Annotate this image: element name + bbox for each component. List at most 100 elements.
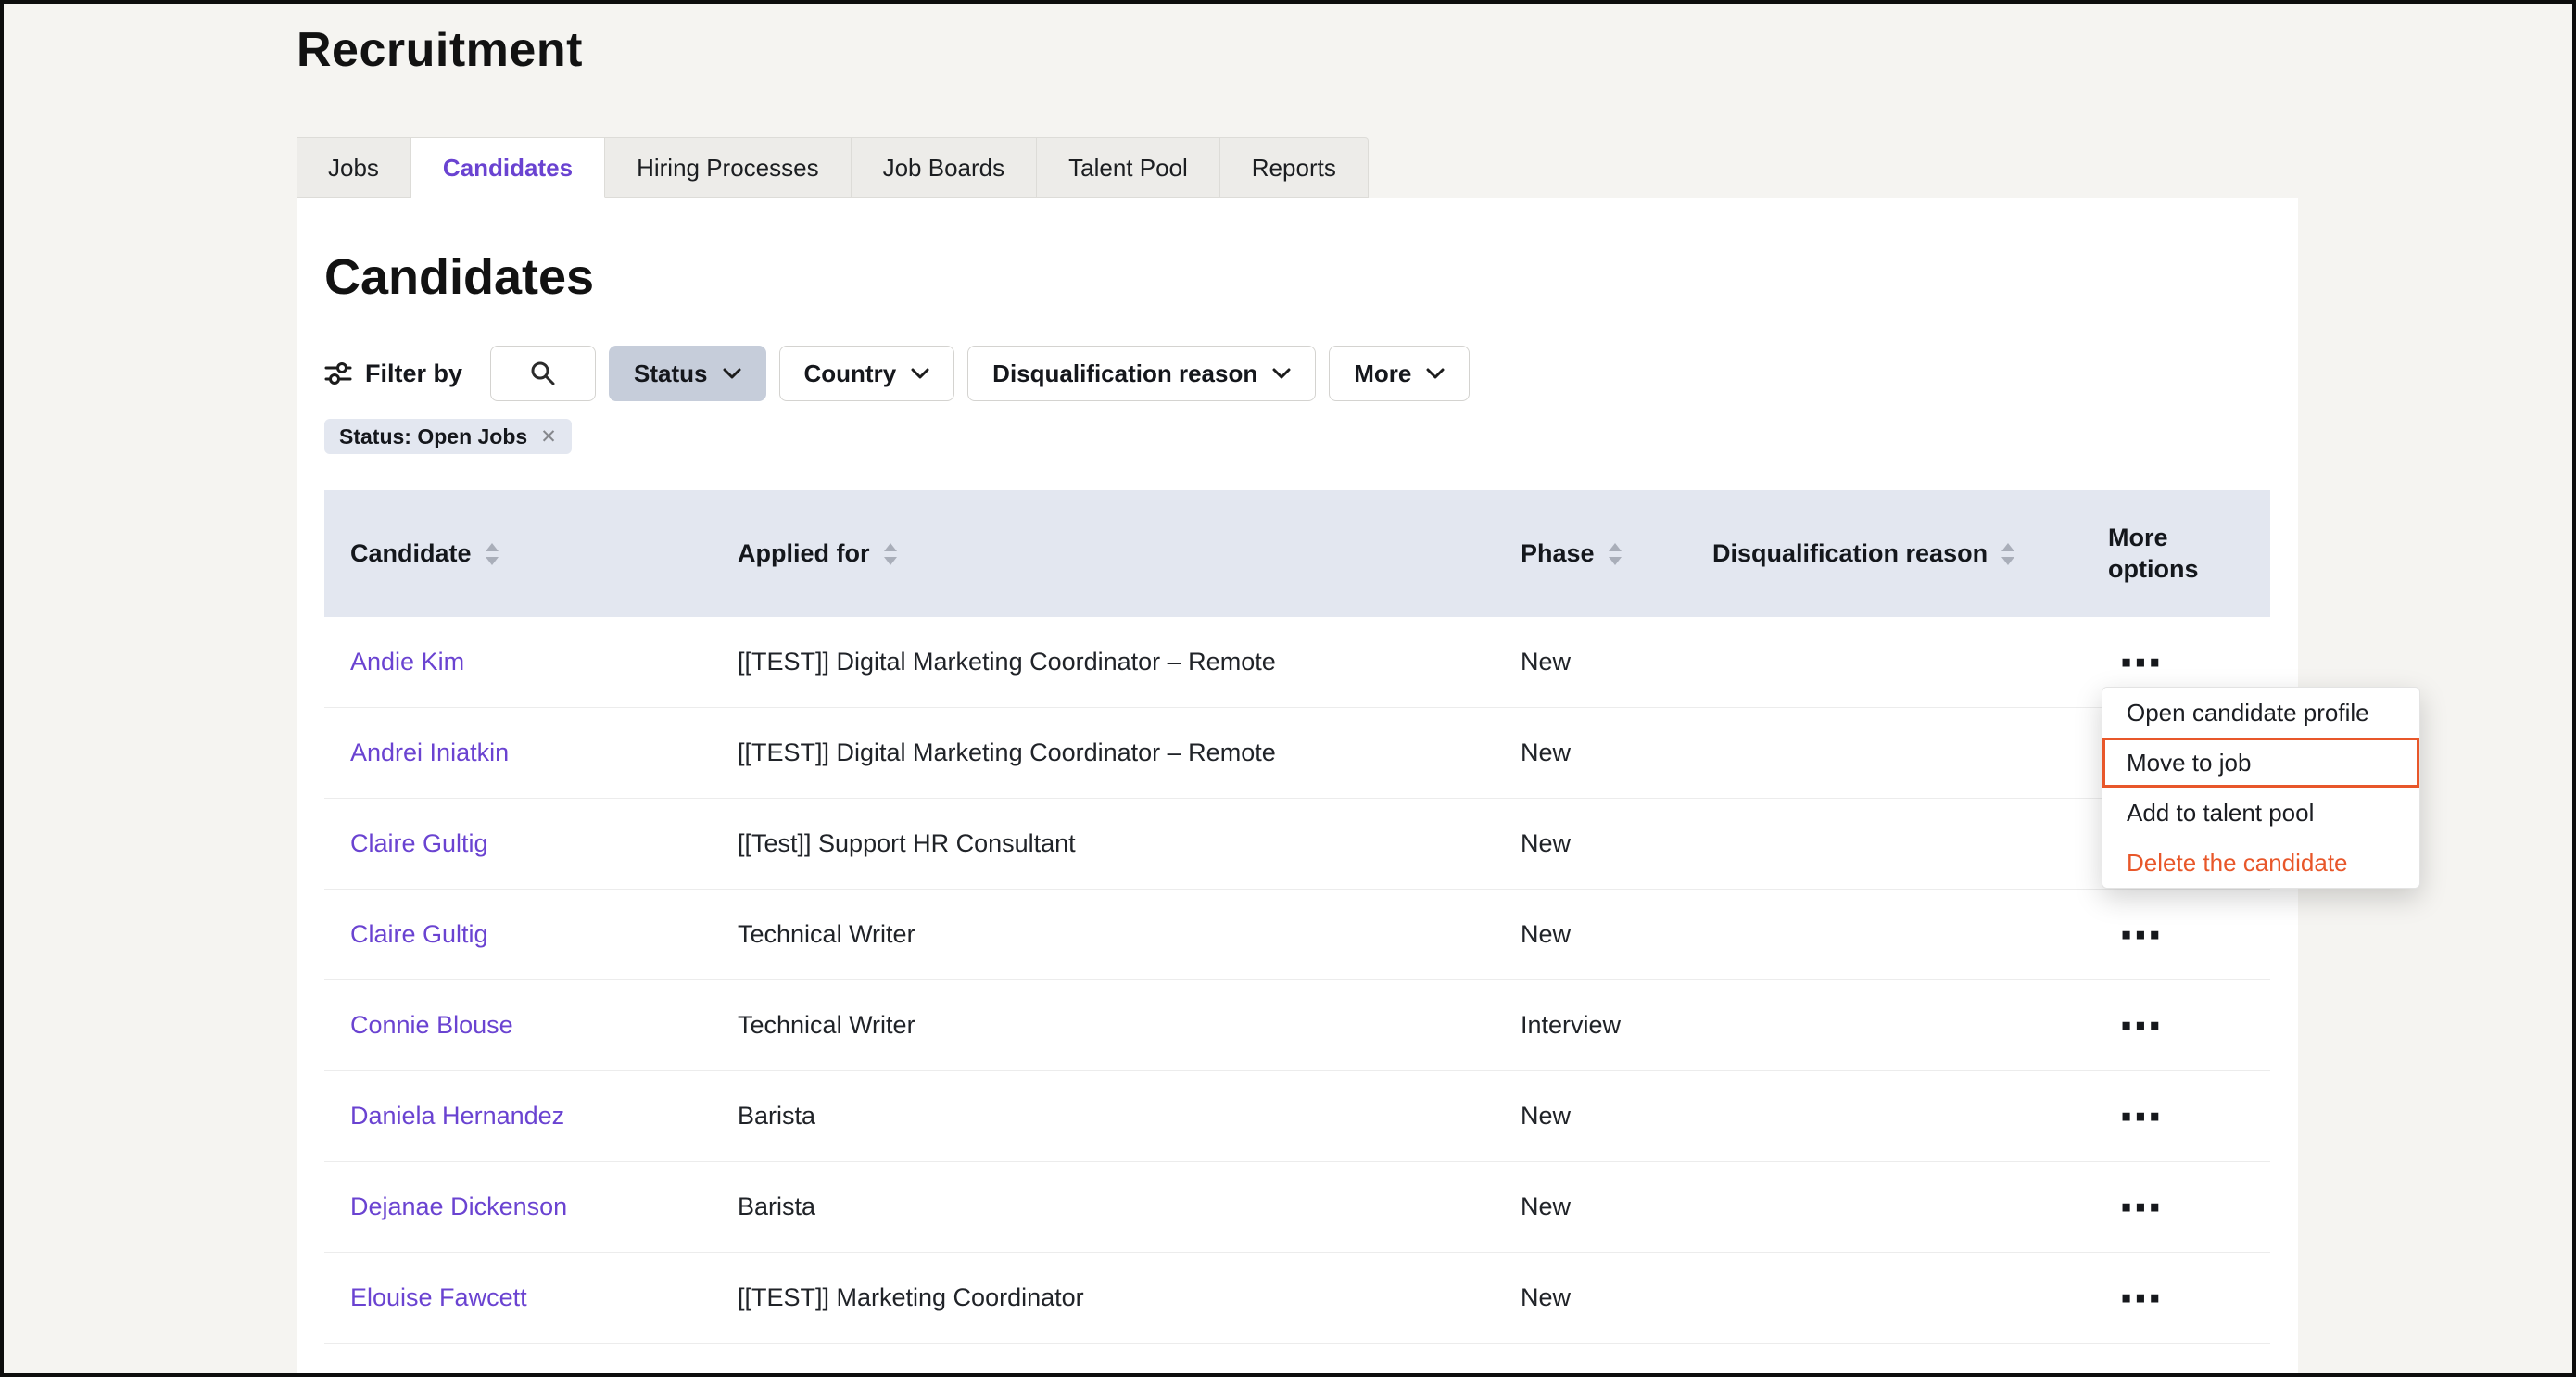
candidate-cell: Andie Kim xyxy=(324,648,712,676)
tab[interactable]: Job Boards xyxy=(852,137,1038,198)
candidates-table: Candidate Applied for Phase xyxy=(324,490,2270,1344)
table-row: Daniela Hernandez Barista New ⋯ xyxy=(324,1071,2270,1162)
applied-for-cell: [[TEST]] Marketing Coordinator xyxy=(712,1283,1495,1312)
filter-by-label: Filter by xyxy=(365,360,462,388)
column-header-phase[interactable]: Phase xyxy=(1495,539,1686,568)
phase-cell: New xyxy=(1495,739,1686,767)
applied-for-cell: [[TEST]] Digital Marketing Coordinator –… xyxy=(712,739,1495,767)
candidate-link[interactable]: Claire Gultig xyxy=(350,920,488,948)
sort-icon[interactable] xyxy=(483,541,501,567)
more-options-cell: ⋯ xyxy=(2082,1004,2270,1047)
table-row: Claire Gultig Technical Writer New ⋯ xyxy=(324,890,2270,980)
table-row: Andie Kim [[TEST]] Digital Marketing Coo… xyxy=(324,617,2270,708)
phase-cell: New xyxy=(1495,1193,1686,1221)
more-options-button[interactable]: ⋯ xyxy=(2108,1095,2173,1138)
applied-for-cell: Barista xyxy=(712,1193,1495,1221)
applied-for-cell: [[Test]] Support HR Consultant xyxy=(712,829,1495,858)
row-context-menu: Open candidate profile Move to job Add t… xyxy=(2102,687,2420,889)
chevron-down-icon xyxy=(723,368,741,380)
candidate-link[interactable]: Daniela Hernandez xyxy=(350,1102,564,1130)
column-label: Phase xyxy=(1521,539,1595,568)
search-icon xyxy=(529,360,557,387)
applied-for-cell: Technical Writer xyxy=(712,920,1495,949)
candidate-cell: Claire Gultig xyxy=(324,920,712,949)
column-label: Applied for xyxy=(738,539,870,568)
candidate-cell: Connie Blouse xyxy=(324,1011,712,1040)
table-row: Elouise Fawcett [[TEST]] Marketing Coord… xyxy=(324,1253,2270,1344)
more-options-button[interactable]: ⋯ xyxy=(2108,1186,2173,1229)
filter-sliders-icon xyxy=(324,360,352,387)
tab[interactable]: Jobs xyxy=(297,137,411,198)
table-row: Dejanae Dickenson Barista New ⋯ xyxy=(324,1162,2270,1253)
context-menu-item[interactable]: Delete the candidate xyxy=(2102,838,2419,888)
candidate-link[interactable]: Connie Blouse xyxy=(350,1011,513,1039)
filter-by-group: Filter by xyxy=(324,360,462,388)
tab[interactable]: Hiring Processes xyxy=(605,137,852,198)
candidates-card: Candidates Filter by xyxy=(297,198,2298,1377)
active-filter-chip[interactable]: Status: Open Jobs ✕ xyxy=(324,419,572,454)
tab[interactable]: Talent Pool xyxy=(1037,137,1220,198)
candidate-cell: Andrei Iniatkin xyxy=(324,739,712,767)
close-icon[interactable]: ✕ xyxy=(540,427,557,447)
table-row: Connie Blouse Technical Writer Interview… xyxy=(324,980,2270,1071)
column-header-more-options: More options xyxy=(2082,523,2270,586)
table-row: Claire Gultig [[Test]] Support HR Consul… xyxy=(324,799,2270,890)
section-title: Candidates xyxy=(324,248,594,306)
candidate-link[interactable]: Andrei Iniatkin xyxy=(350,739,509,766)
table-body: Andie Kim [[TEST]] Digital Marketing Coo… xyxy=(324,617,2270,1344)
more-options-button[interactable]: ⋯ xyxy=(2108,641,2173,684)
search-button[interactable] xyxy=(490,346,596,401)
filter-dropdown[interactable]: Disqualification reason xyxy=(967,346,1316,401)
candidate-cell: Daniela Hernandez xyxy=(324,1102,712,1131)
context-menu-item[interactable]: Add to talent pool xyxy=(2102,788,2419,838)
more-options-button[interactable]: ⋯ xyxy=(2108,1004,2173,1047)
more-options-cell: ⋯ xyxy=(2082,641,2270,684)
candidate-link[interactable]: Dejanae Dickenson xyxy=(350,1193,567,1220)
phase-cell: New xyxy=(1495,920,1686,949)
phase-cell: New xyxy=(1495,1102,1686,1131)
chevron-down-icon xyxy=(911,368,929,380)
table-row: Andrei Iniatkin [[TEST]] Digital Marketi… xyxy=(324,708,2270,799)
sort-icon[interactable] xyxy=(881,541,900,567)
phase-cell: Interview xyxy=(1495,1011,1686,1040)
page-title: Recruitment xyxy=(297,22,583,78)
filter-dropdown[interactable]: More xyxy=(1329,346,1470,401)
candidate-link[interactable]: Elouise Fawcett xyxy=(350,1283,527,1311)
more-options-cell: ⋯ xyxy=(2082,1095,2270,1138)
tab[interactable]: Candidates xyxy=(411,137,605,198)
filter-dropdown[interactable]: Status xyxy=(609,346,765,401)
column-header-disqualification-reason[interactable]: Disqualification reason xyxy=(1686,539,2082,568)
more-options-cell: ⋯ xyxy=(2082,1277,2270,1320)
context-menu-item[interactable]: Open candidate profile xyxy=(2102,688,2419,738)
column-label: Candidate xyxy=(350,539,472,568)
filter-dropdown[interactable]: Country xyxy=(779,346,955,401)
tab[interactable]: Reports xyxy=(1220,137,1369,198)
more-options-cell: ⋯ xyxy=(2082,1186,2270,1229)
active-filters: Status: Open Jobs ✕ xyxy=(324,419,572,454)
more-options-button[interactable]: ⋯ xyxy=(2108,1277,2173,1320)
recruitment-screen: Recruitment Jobs Candidates Hiring Proce… xyxy=(0,0,2576,1377)
filter-row: Filter by Status xyxy=(324,345,1470,402)
applied-for-cell: Barista xyxy=(712,1102,1495,1131)
sort-icon[interactable] xyxy=(1999,541,2017,567)
sort-icon[interactable] xyxy=(1606,541,1624,567)
column-header-applied-for[interactable]: Applied for xyxy=(712,539,1495,568)
table-header-row: Candidate Applied for Phase xyxy=(324,490,2270,617)
chevron-down-icon xyxy=(1272,368,1291,380)
phase-cell: New xyxy=(1495,648,1686,676)
candidate-link[interactable]: Claire Gultig xyxy=(350,829,488,857)
filter-dropdowns: Status Country Disqualification xyxy=(609,346,1470,401)
chevron-down-icon xyxy=(1426,368,1445,380)
column-label: Disqualification reason xyxy=(1712,539,1988,568)
more-options-button[interactable]: ⋯ xyxy=(2108,914,2173,956)
tab-bar: Jobs Candidates Hiring Processes Job Boa… xyxy=(297,137,1369,198)
applied-for-cell: [[TEST]] Digital Marketing Coordinator –… xyxy=(712,648,1495,676)
column-header-candidate[interactable]: Candidate xyxy=(324,539,712,568)
candidate-link[interactable]: Andie Kim xyxy=(350,648,464,676)
context-menu-item[interactable]: Move to job xyxy=(2102,738,2419,788)
applied-for-cell: Technical Writer xyxy=(712,1011,1495,1040)
chip-label: Status: Open Jobs xyxy=(339,424,527,449)
candidate-cell: Dejanae Dickenson xyxy=(324,1193,712,1221)
candidate-cell: Claire Gultig xyxy=(324,829,712,858)
more-options-cell: ⋯ xyxy=(2082,914,2270,956)
